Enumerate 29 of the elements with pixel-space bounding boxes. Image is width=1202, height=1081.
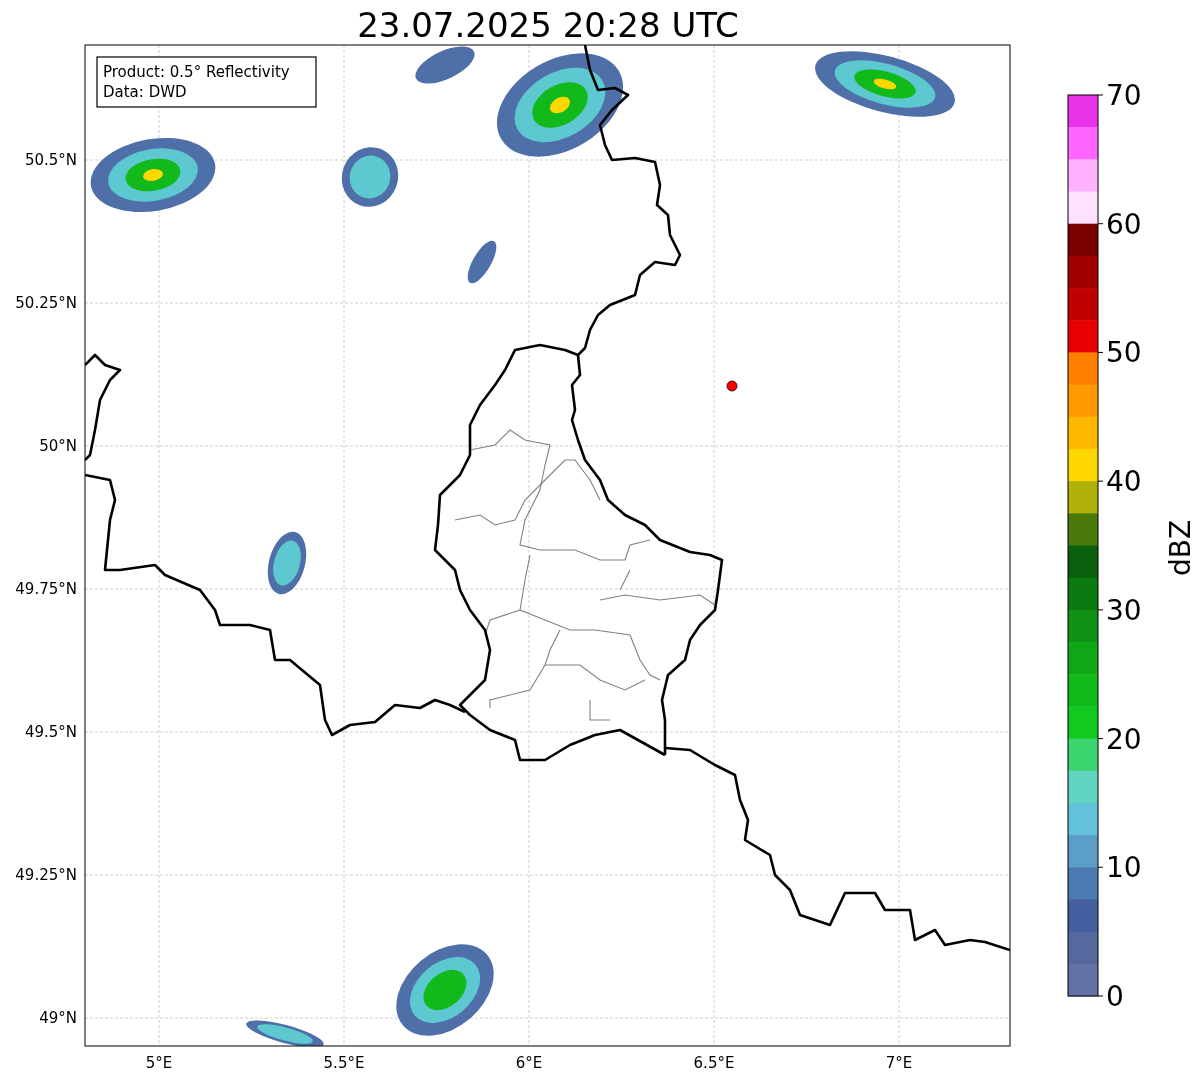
radar-echo <box>415 46 475 84</box>
colorbar-tick-label: 10 <box>1106 851 1142 885</box>
colorbar-tick-label: 20 <box>1106 722 1142 756</box>
colorbar-label: dBZ <box>1164 519 1197 577</box>
y-tick-label: 49.5°N <box>24 723 77 741</box>
x-tick-label: 5.5°E <box>323 1054 365 1072</box>
y-tick-label: 50°N <box>39 437 77 455</box>
info-text: Product: 0.5° Reflectivity <box>103 63 290 81</box>
y-tick-label: 50.5°N <box>24 151 77 169</box>
colorbar-tick-label: 0 <box>1106 980 1124 1013</box>
y-tick-label: 49°N <box>39 1009 77 1027</box>
radar-site-marker <box>726 380 738 392</box>
x-tick-label: 6°E <box>515 1054 543 1072</box>
x-tick-label: 6.5°E <box>693 1054 735 1072</box>
radar-echo <box>467 240 497 284</box>
colorbar-tick-label: 60 <box>1106 207 1142 241</box>
colorbar-tick-label: 50 <box>1106 336 1142 370</box>
colorbar-tick-label: 30 <box>1106 593 1142 627</box>
x-tick-label: 5°E <box>145 1054 173 1072</box>
radar-echo <box>341 147 399 207</box>
y-tick-label: 50.25°N <box>15 294 77 312</box>
y-tick-label: 49.75°N <box>15 580 77 598</box>
colorbar-tick-label: 70 <box>1106 79 1142 112</box>
y-tick-label: 49.25°N <box>15 866 77 884</box>
map-title: 23.07.2025 20:28 UTC <box>357 5 739 45</box>
colorbar-tick-label: 40 <box>1106 465 1142 499</box>
radar-echo <box>267 531 307 595</box>
x-tick-label: 7°E <box>885 1054 913 1072</box>
info-text: Data: DWD <box>103 83 187 101</box>
